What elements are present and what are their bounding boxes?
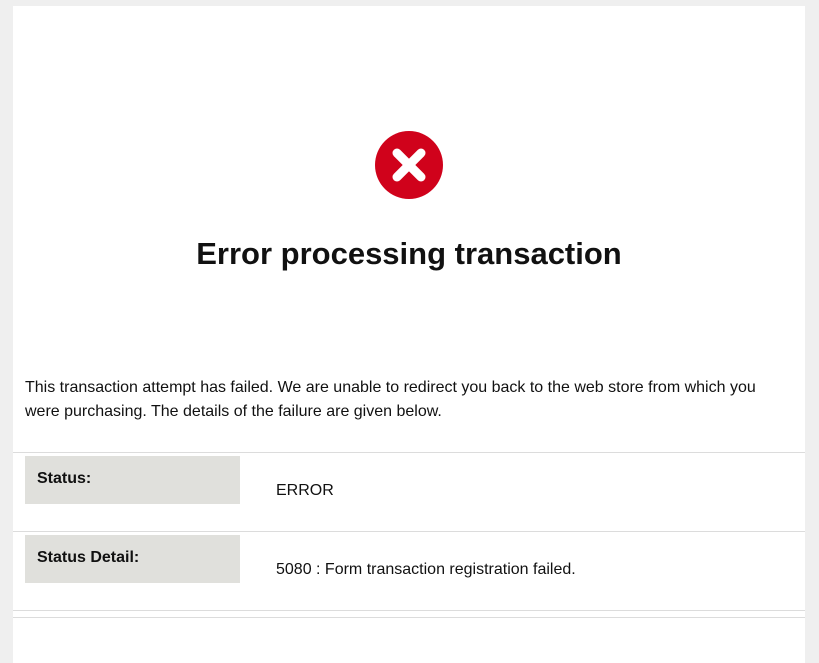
transaction-panel: Error processing transaction This transa… [13,6,805,663]
error-x-circle-icon [375,131,443,199]
status-row: Status: ERROR [13,453,805,531]
status-detail-value: 5080 : Form transaction registration fai… [276,561,576,578]
status-value: ERROR [276,482,334,499]
failure-message: This transaction attempt has failed. We … [25,379,756,420]
page-title: Error processing transaction [196,236,622,271]
divider [13,617,805,618]
status-detail-label: Status Detail: [25,535,240,583]
status-label: Status: [25,456,240,504]
divider [13,610,805,611]
status-detail-row: Status Detail: 5080 : Form transaction r… [13,532,805,610]
